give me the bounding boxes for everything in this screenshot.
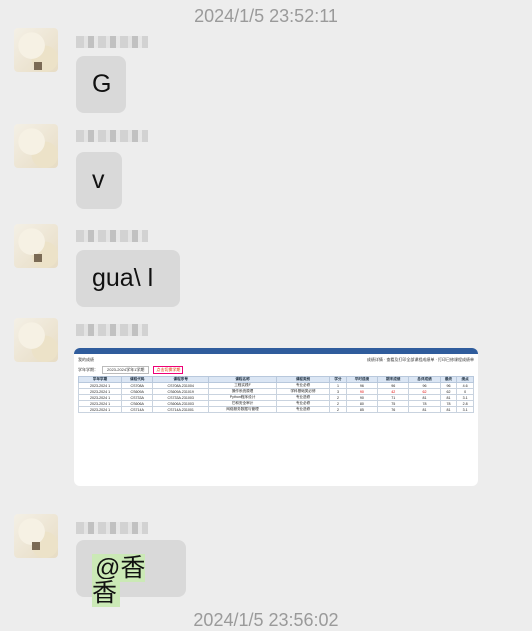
- message-text: G: [92, 70, 112, 98]
- table-row: 2023-2024 1 CS714A CS714A.231001 网络服务数据与管理专…: [77, 406, 474, 413]
- avatar[interactable]: [14, 28, 58, 72]
- message-text: v: [92, 166, 105, 194]
- table-cell: 2023-2024 1: [77, 406, 123, 413]
- avatar[interactable]: [14, 514, 58, 558]
- table-cell: CS714A.231001: [152, 406, 210, 413]
- timestamp-bottom: 2024/1/5 23:56:02: [193, 610, 339, 630]
- table-cell: 81: [439, 406, 458, 413]
- sender-name: [76, 130, 148, 142]
- switch-term-button: 点击切换学期: [153, 366, 184, 374]
- table-cell: 81: [408, 406, 441, 413]
- table-cell: 85: [345, 406, 379, 413]
- timestamp-top: 2024/1/5 23:52:11: [194, 6, 338, 26]
- term-select: 2023-2024学年1学期: [102, 366, 150, 374]
- image-message[interactable]: 我的成绩 成绩详情 · 查看及打印全部课程成绩单 · 打印已修课程成绩单 学年学…: [74, 348, 478, 486]
- sender-name: [76, 522, 148, 534]
- filter-label: 学年学期：: [78, 367, 98, 372]
- screenshot-actions: 成绩详情 · 查看及打印全部课程成绩单 · 打印已修课程成绩单: [366, 357, 474, 362]
- message-bubble[interactable]: G: [76, 56, 126, 113]
- sender-name: [76, 324, 148, 336]
- table-cell: 3.1: [456, 406, 474, 413]
- avatar[interactable]: [14, 318, 58, 362]
- message-bubble[interactable]: v: [76, 152, 122, 209]
- message-text: gua\ l: [92, 264, 154, 292]
- table-cell: 专业选修: [275, 406, 331, 413]
- sender-name: [76, 36, 148, 48]
- avatar[interactable]: [14, 224, 58, 268]
- table-cell: 76: [377, 406, 410, 413]
- table-cell: 2: [329, 406, 347, 413]
- table-cell: CS714A: [121, 406, 154, 413]
- message-bubble[interactable]: gua\ l: [76, 250, 180, 307]
- table-cell: 网络服务数据与管理: [208, 406, 277, 413]
- avatar[interactable]: [14, 124, 58, 168]
- message-bubble[interactable]: @香香: [76, 540, 186, 607]
- screenshot-title: 我的成绩: [78, 357, 94, 362]
- mention-text: @香香: [92, 554, 146, 607]
- sender-name: [76, 230, 148, 242]
- grades-table: 学年学期 课程代码 课程序号 课程名称 课程类别 学分 平时成绩 期末成绩 总评成绩 最终 绩点 2…: [77, 376, 474, 413]
